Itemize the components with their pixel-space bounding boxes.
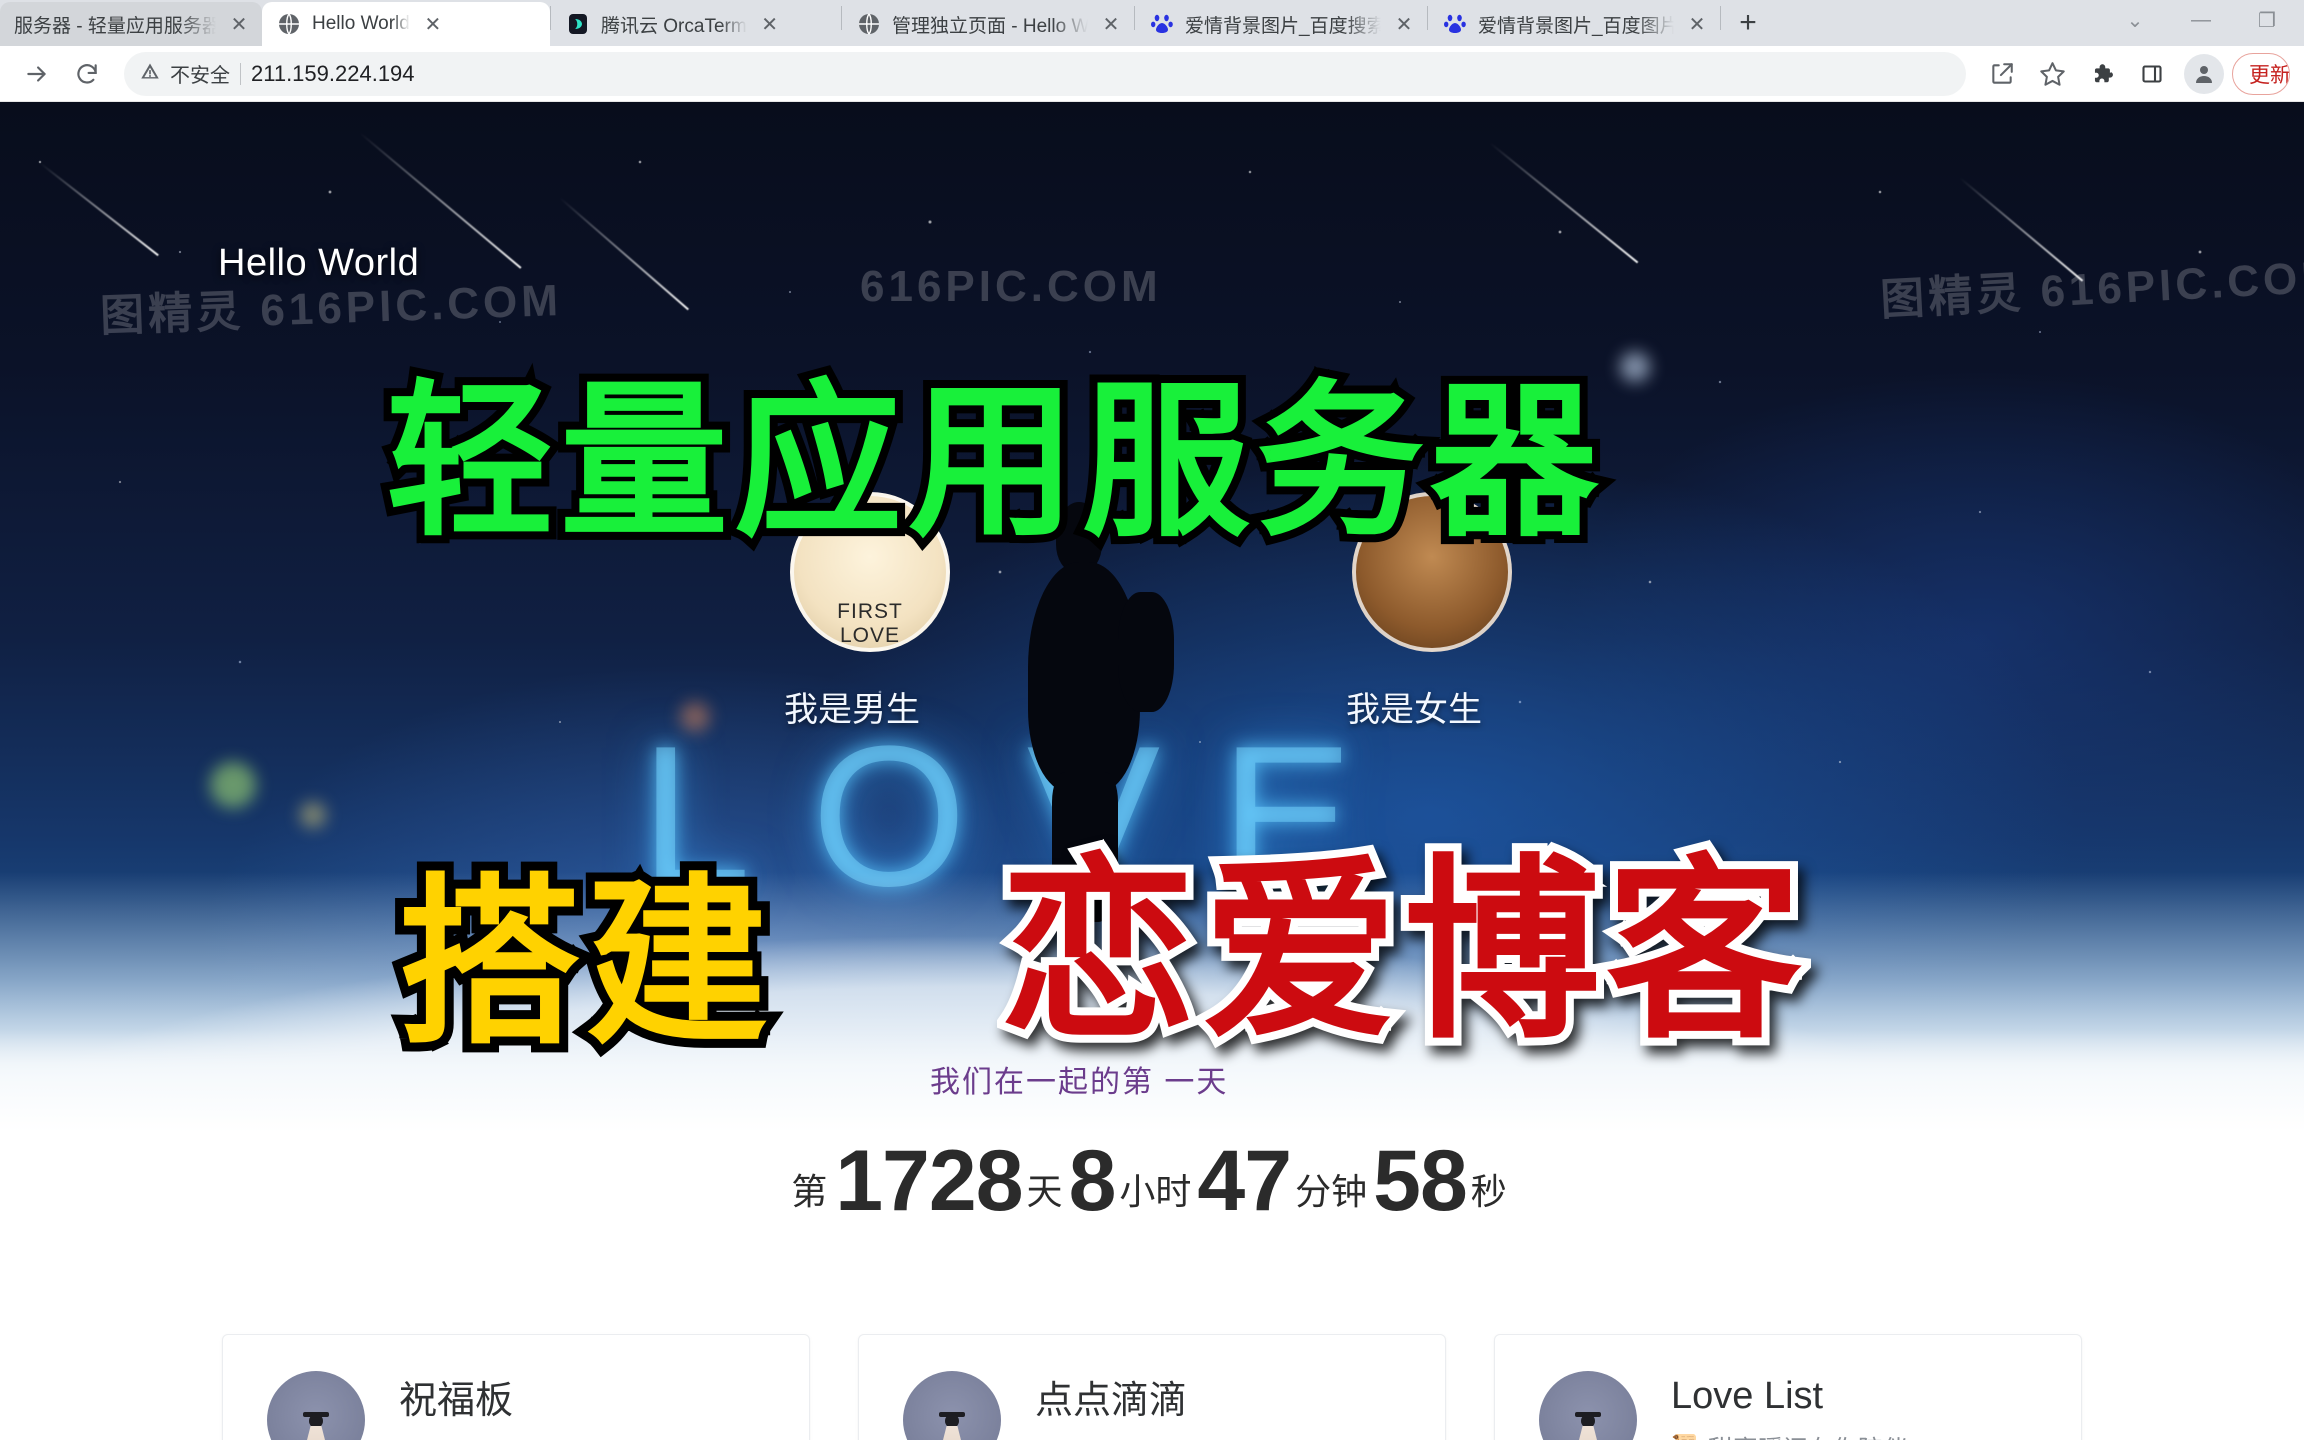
baidu-icon [1442, 11, 1468, 37]
counter-prefix: 第 [791, 1171, 828, 1212]
overlay-headline-red: 恋爱博客 [992, 838, 1810, 1066]
browser-tab[interactable]: 腾讯云 OrcaTerm ✕ [551, 2, 841, 46]
tab-close-icon[interactable]: ✕ [420, 11, 446, 37]
card-subtitle: ❤️ 记录你我生活 [1035, 1436, 1222, 1440]
counter-seconds-unit: 秒 [1470, 1171, 1507, 1212]
overlay-headline-green: 轻量应用服务器 [378, 364, 1606, 560]
card-avatar-icon [267, 1371, 365, 1440]
browser-tab[interactable]: 爱情背景图片_百度图片搜索 ✕ [1428, 2, 1720, 46]
tab-title: 爱情背景图片_百度图片搜索 [1478, 15, 1674, 37]
counter-hours: 8 [1068, 1133, 1117, 1229]
browser-tab-active[interactable]: Hello World ✕ [262, 2, 550, 46]
globe-icon [276, 11, 302, 37]
tab-title: Hello World [312, 13, 410, 34]
feature-card[interactable]: 点点滴滴 ❤️ 记录你我生活 [858, 1334, 1446, 1440]
minimize-button[interactable]: ⌄ [2102, 0, 2168, 40]
card-title: Love List [1671, 1374, 1824, 1417]
page-title: Hello World [218, 242, 420, 284]
counter-hours-unit: 小时 [1119, 1171, 1192, 1212]
card-title: 祝福板 [399, 1379, 514, 1422]
counter-seconds: 58 [1373, 1133, 1468, 1229]
love-day-counter: 第1728 天8 小时47 分钟58 秒 [0, 1132, 2304, 1231]
female-label: 我是女生 [1346, 691, 1482, 729]
forward-button[interactable] [14, 51, 60, 97]
share-icon[interactable] [1978, 50, 2026, 98]
tab-strip: 服务器 - 轻量应用服务器 ✕ Hello World ✕ 腾讯云 OrcaTe… [0, 0, 2304, 46]
card-title: 点点滴滴 [1035, 1379, 1188, 1422]
tab-close-icon[interactable]: ✕ [1684, 11, 1710, 37]
card-text: 点点滴滴 ❤️ 记录你我生活 [1035, 1369, 1222, 1440]
first-love-label: FIRST LOVE [837, 600, 903, 647]
browser-window: 服务器 - 轻量应用服务器 ✕ Hello World ✕ 腾讯云 OrcaTe… [0, 0, 2304, 1440]
bookmark-star-icon[interactable] [2028, 50, 2076, 98]
tab-title: 服务器 - 轻量应用服务器 [14, 15, 216, 37]
male-label: 我是男生 [784, 691, 920, 729]
tab-title: 腾讯云 OrcaTerm [601, 15, 747, 37]
orcaterm-icon [565, 11, 591, 37]
tab-close-icon[interactable]: ✕ [1098, 11, 1124, 37]
card-text: Love List 📜 甜蜜瞬间有你陪伴 [1671, 1375, 1908, 1440]
reload-button[interactable] [64, 51, 110, 97]
scroll-icon: 📜 [1671, 1433, 1701, 1440]
card-avatar-icon [903, 1371, 1001, 1440]
globe-icon [856, 11, 882, 37]
toolbar-actions: 更新 [1978, 50, 2290, 98]
card-subtitle: 📜 甜蜜瞬间有你陪伴 [1671, 1430, 1908, 1440]
card-subtitle-text: 记录你我生活 [1072, 1436, 1222, 1440]
not-secure-icon [140, 61, 160, 86]
profile-avatar-icon[interactable] [2184, 53, 2224, 94]
counter-minutes: 47 [1197, 1133, 1292, 1229]
card-subtitle-text: 甜蜜瞬间有你陪伴 [1708, 1430, 1908, 1440]
feature-card[interactable]: 祝福板 💗 写下对我们的祝福 [222, 1334, 810, 1440]
browser-tab[interactable]: 爱情背景图片_百度搜索 ✕ [1135, 2, 1427, 46]
maximize-button[interactable]: — [2168, 0, 2234, 40]
new-tab-button[interactable]: + [1727, 2, 1769, 44]
glow-accent [1620, 352, 1650, 382]
tab-close-icon[interactable]: ✕ [226, 11, 252, 37]
feature-card-row: 祝福板 💗 写下对我们的祝福 点点滴滴 ❤️ 记录你我生活 [0, 1334, 2304, 1440]
card-subtitle-text: 写下对我们的祝福 [436, 1436, 636, 1440]
overlay-headline-yellow: 搭建 [389, 857, 777, 1069]
update-button[interactable]: 更新 [2232, 52, 2290, 95]
url-text: 211.159.224.194 [251, 60, 415, 86]
baidu-icon [1149, 11, 1175, 37]
side-panel-icon[interactable] [2128, 50, 2176, 98]
counter-days: 1728 [835, 1133, 1023, 1229]
card-subtitle: 💗 写下对我们的祝福 [399, 1436, 636, 1440]
tab-title: 管理独立页面 - Hello World [892, 15, 1088, 37]
restore-button[interactable]: ❐ [2234, 0, 2300, 40]
feature-card[interactable]: Love List 📜 甜蜜瞬间有你陪伴 [1494, 1334, 2082, 1440]
browser-tab[interactable]: 服务器 - 轻量应用服务器 ✕ [0, 2, 262, 46]
browser-toolbar: 不安全 211.159.224.194 更新 [0, 46, 2304, 102]
counter-minutes-unit: 分钟 [1295, 1171, 1368, 1212]
window-controls: ⌄ — ❐ [2102, 0, 2304, 46]
page-viewport: 图精灵 616PIC.COM 616PIC.COM 图精灵 616PIC.COM… [0, 102, 2304, 1440]
address-bar[interactable]: 不安全 211.159.224.194 [124, 51, 1966, 96]
omnibox-divider [240, 62, 241, 85]
counter-days-unit: 天 [1026, 1171, 1063, 1212]
hero-banner: 图精灵 616PIC.COM 616PIC.COM 图精灵 616PIC.COM… [0, 102, 2304, 1292]
watermark-text: 616PIC.COM [860, 262, 1162, 311]
card-avatar-icon [1539, 1371, 1637, 1440]
tab-title: 爱情背景图片_百度搜索 [1185, 15, 1381, 37]
not-secure-label: 不安全 [170, 65, 230, 87]
tab-close-icon[interactable]: ✕ [757, 11, 783, 37]
extensions-puzzle-icon[interactable] [2078, 50, 2126, 98]
tab-divider [1720, 6, 1721, 30]
card-text: 祝福板 💗 写下对我们的祝福 [399, 1369, 636, 1440]
tab-close-icon[interactable]: ✕ [1391, 11, 1417, 37]
browser-tab[interactable]: 管理独立页面 - Hello World ✕ [842, 2, 1134, 46]
